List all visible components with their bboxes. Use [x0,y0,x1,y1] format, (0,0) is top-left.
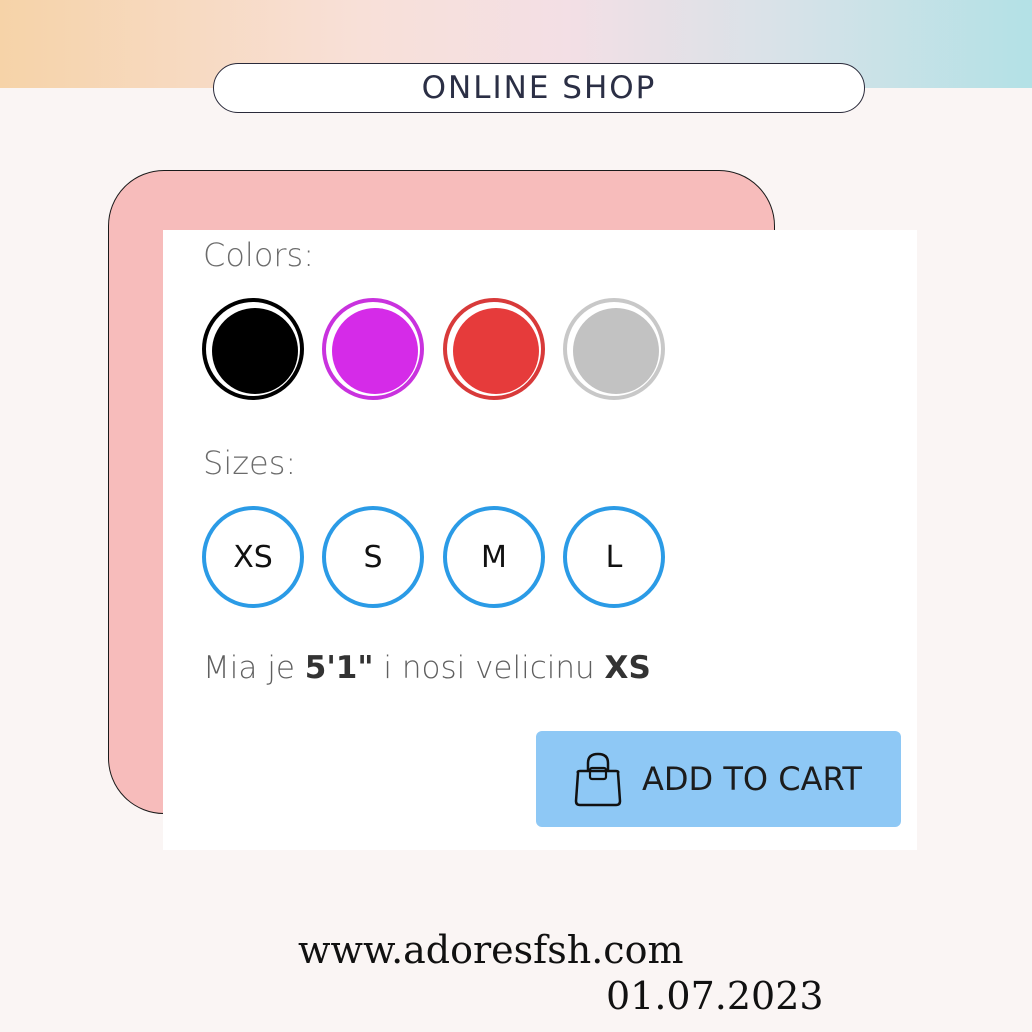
size-option-xs[interactable]: XS [202,506,304,608]
size-option-s[interactable]: S [322,506,424,608]
post-date: 01.07.2023 [606,974,824,1018]
size-option-label: L [605,539,623,575]
size-option-label: XS [233,539,273,575]
website-url: www.adoresfsh.com [298,928,684,972]
size-option-l[interactable]: L [563,506,665,608]
color-swatch-black-fill [212,308,298,394]
model-size-note: Mia je 5'1" i nosi velicinu XS [203,650,651,686]
shop-title-pill: ONLINE SHOP [213,63,865,113]
note-middle: i nosi velicinu [373,650,605,686]
note-size: XS [604,650,651,686]
color-swatch-red-fill [453,308,539,394]
color-swatch-red[interactable] [443,298,545,400]
note-height: 5'1" [304,650,374,686]
colors-label: Colors: [203,236,314,274]
sizes-label: Sizes: [203,444,297,482]
add-to-cart-label: ADD TO CART [642,760,862,798]
size-option-label: M [481,539,507,575]
product-options-panel: Colors: Sizes: XS S M L Mia je 5'1" i no… [163,230,917,850]
note-prefix: Mia je [203,650,305,686]
color-swatch-grey[interactable] [563,298,665,400]
size-option-m[interactable]: M [443,506,545,608]
shopping-bag-icon [574,752,622,807]
size-option-label: S [363,539,383,575]
color-swatch-grey-fill [573,308,659,394]
color-swatch-purple[interactable] [322,298,424,400]
color-swatch-black[interactable] [202,298,304,400]
shop-title: ONLINE SHOP [421,70,657,106]
add-to-cart-button[interactable]: ADD TO CART [536,731,901,827]
color-swatch-purple-fill [332,308,418,394]
